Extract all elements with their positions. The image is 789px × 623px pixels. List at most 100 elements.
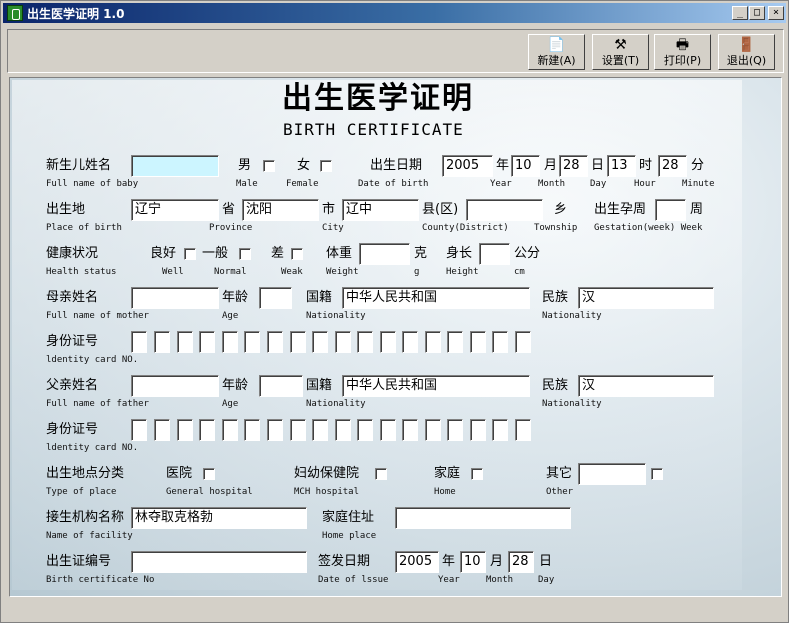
city-input[interactable]: 沈阳 [242,199,319,221]
normal-checkbox[interactable] [239,248,251,260]
mother-id-digit[interactable] [470,331,486,353]
mch-hospital-checkbox[interactable] [375,468,387,480]
mother-id-digit[interactable] [492,331,508,353]
father-id-digit[interactable] [199,419,215,441]
father-age-input[interactable] [259,375,303,397]
issue-month-input[interactable]: 10 [460,551,486,573]
issue-year-input[interactable]: 2005 [395,551,439,573]
father-id-digit[interactable] [447,419,463,441]
new-button[interactable]: 📄 新建(A) [528,34,585,70]
gestation-label-en: Gestation(week) Week [594,223,703,233]
birth-hour-input[interactable]: 13 [607,155,636,177]
print-button[interactable]: 🖶 打印(P) [654,34,711,70]
facility-label-en: Name of facility [46,531,133,541]
mother-id-digit[interactable] [222,331,238,353]
mch-hospital-label-en: MCH hospital [294,487,360,497]
father-id-digit[interactable] [131,419,147,441]
mother-id-digit[interactable] [335,331,351,353]
mother-id-digit[interactable] [357,331,373,353]
father-id-digit[interactable] [244,419,260,441]
mother-id-digit[interactable] [290,331,306,353]
male-checkbox[interactable] [263,160,275,172]
mother-id-digit[interactable] [154,331,170,353]
father-id-digit[interactable] [154,419,170,441]
mother-id-digit[interactable] [425,331,441,353]
mother-nationality-label-en: Nationality [306,311,366,321]
mother-nationality-input[interactable]: 中华人民共和国 [342,287,530,309]
county-input[interactable]: 辽中 [342,199,419,221]
father-id-digit[interactable] [312,419,328,441]
mother-id-digit[interactable] [380,331,396,353]
weak-label-en: Weak [281,267,303,277]
father-id-digit[interactable] [290,419,306,441]
mother-id-digit[interactable] [177,331,193,353]
father-name-input[interactable] [131,375,219,397]
general-hospital-checkbox[interactable] [203,468,215,480]
province-input[interactable]: 辽宁 [131,199,219,221]
day-unit: 日 [591,158,605,173]
baby-name-input[interactable] [131,155,219,177]
birth-minute-input[interactable]: 28 [658,155,687,177]
mother-name-input[interactable] [131,287,219,309]
father-id-digit[interactable] [177,419,193,441]
mother-age-input[interactable] [259,287,292,309]
issue-month-label-en: Month [486,575,514,585]
gestation-input[interactable] [655,199,686,221]
certificate-no-input[interactable] [131,551,307,573]
height-input[interactable] [479,243,510,265]
township-input[interactable] [466,199,543,221]
facility-input[interactable]: 林夺取克格勃 [131,507,307,529]
issue-day-input[interactable]: 28 [508,551,534,573]
female-checkbox[interactable] [320,160,332,172]
mother-ethnic-input[interactable]: 汉 [578,287,714,309]
other-checkbox[interactable] [651,468,663,480]
father-id-digit[interactable] [402,419,418,441]
home-address-label-en: Home place [322,531,377,541]
health-label-en: Health status [46,267,117,277]
mother-id-digit[interactable] [312,331,328,353]
well-checkbox[interactable] [184,248,196,260]
father-id-digit[interactable] [222,419,238,441]
mother-id-digit[interactable] [244,331,260,353]
father-nationality-input[interactable]: 中华人民共和国 [342,375,530,397]
father-id-digit[interactable] [515,419,531,441]
home-checkbox[interactable] [471,468,483,480]
mother-id-digit[interactable] [267,331,283,353]
mother-id-digit[interactable] [199,331,215,353]
weak-checkbox[interactable] [291,248,303,260]
home-label: 家庭 [434,466,461,481]
mother-id-digit[interactable] [131,331,147,353]
father-id-digit[interactable] [357,419,373,441]
weight-input[interactable] [359,243,410,265]
mother-id-digit[interactable] [515,331,531,353]
weight-unit-en: g [414,267,420,277]
maximize-button[interactable]: □ [749,6,765,20]
issue-year-unit: 年 [442,554,456,569]
birth-year-input[interactable]: 2005 [442,155,493,177]
birth-day-input[interactable]: 28 [559,155,588,177]
father-id-digit[interactable] [470,419,486,441]
other-label: 其它 [546,466,573,481]
father-id-digit[interactable] [380,419,396,441]
mother-name-label: 母亲姓名 [46,290,99,305]
father-id-digit[interactable] [335,419,351,441]
father-id-digit[interactable] [267,419,283,441]
title-bar[interactable]: 出生医学证明 1.0 _ □ × [3,3,786,23]
settings-button[interactable]: ⚒ 设置(T) [592,34,649,70]
minimize-button[interactable]: _ [732,6,748,20]
mother-id-digit[interactable] [402,331,418,353]
father-id-digit[interactable] [492,419,508,441]
month-label-en: Month [538,179,566,189]
birth-month-input[interactable]: 10 [511,155,540,177]
home-address-input[interactable] [395,507,571,529]
father-id-digit[interactable] [425,419,441,441]
county-unit: 县(区) [422,202,459,217]
close-button[interactable]: × [768,6,784,20]
other-place-input[interactable] [578,463,646,485]
general-hospital-label-en: General hospital [166,487,253,497]
city-label-en: City [322,223,344,233]
mother-id-digit[interactable] [447,331,463,353]
exit-button[interactable]: 🚪 退出(Q) [718,34,775,70]
father-ethnic-input[interactable]: 汉 [578,375,714,397]
height-unit-en: cm [514,267,525,277]
